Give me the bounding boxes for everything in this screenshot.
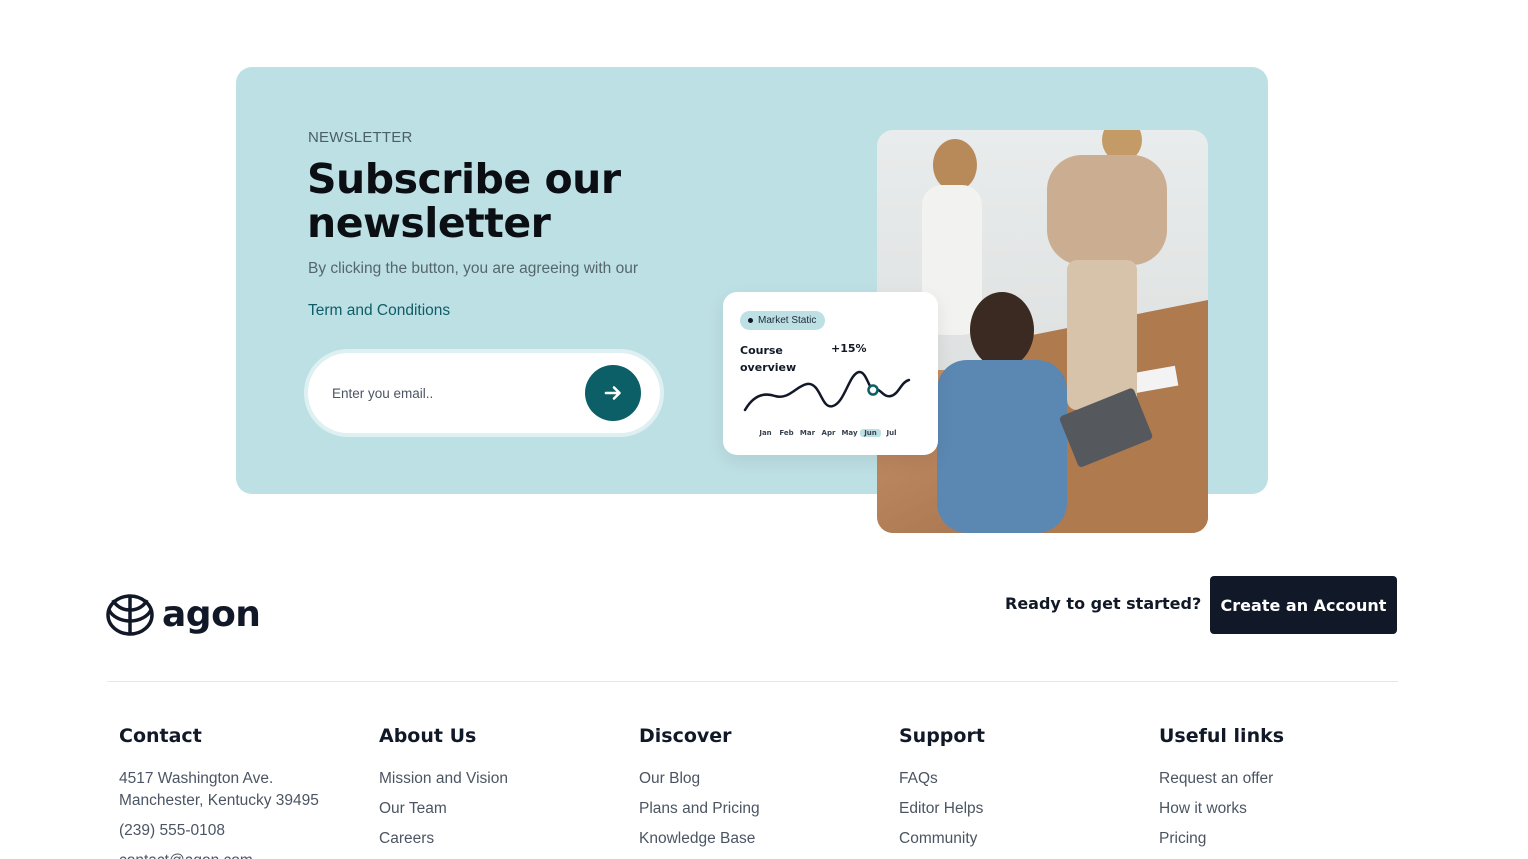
month-label: Mar xyxy=(799,429,816,437)
footer-link[interactable]: Pricing xyxy=(1159,828,1409,850)
column-title: Discover xyxy=(639,725,732,747)
month-label: Feb xyxy=(779,429,794,437)
footer-link[interactable]: How it works xyxy=(1159,798,1409,820)
column-title: About Us xyxy=(379,725,477,747)
footer-link[interactable]: Knowledge Base xyxy=(639,828,889,850)
column-title: Contact xyxy=(119,725,202,747)
brand-logo[interactable]: agon xyxy=(106,593,261,637)
newsletter-eyebrow: NEWSLETTER xyxy=(308,129,413,146)
column-title: Support xyxy=(899,725,985,747)
market-static-badge: Market Static xyxy=(740,311,826,330)
footer-link[interactable]: Our Blog xyxy=(639,768,889,790)
footer-column-about: About Us Mission and Vision Our Team Car… xyxy=(379,724,629,858)
footer-link[interactable]: Community xyxy=(899,828,1149,850)
newsletter-title: Subscribe our newsletter xyxy=(307,155,621,247)
contact-email[interactable]: contact@agon.com xyxy=(119,850,349,859)
leaf-globe-icon xyxy=(106,594,154,636)
footer-column-contact: Contact 4517 Washington Ave. Manchester,… xyxy=(119,724,369,859)
course-stat-card: Market Static Course overview +15% Jan F… xyxy=(723,292,938,455)
footer-column-discover: Discover Our Blog Plans and Pricing Know… xyxy=(639,724,889,858)
cta-prompt: Ready to get started? xyxy=(1005,594,1202,613)
footer-column-support: Support FAQs Editor Helps Community xyxy=(899,724,1149,858)
column-title: Useful links xyxy=(1159,725,1285,747)
terms-link[interactable]: Term and Conditions xyxy=(308,302,450,320)
footer-link[interactable]: Editor Helps xyxy=(899,798,1149,820)
arrow-right-icon xyxy=(604,386,621,400)
month-label: May xyxy=(841,429,858,437)
month-label-active: Jun xyxy=(860,429,881,437)
course-line-chart xyxy=(743,370,911,412)
contact-phone: (239) 555-0108 xyxy=(119,822,225,839)
footer-divider xyxy=(107,681,1398,682)
brand-name: agon xyxy=(162,594,261,635)
footer-link[interactable]: Request an offer xyxy=(1159,768,1409,790)
footer-link[interactable]: Our Team xyxy=(379,798,629,820)
subscribe-button[interactable] xyxy=(585,365,641,421)
month-label: Jan xyxy=(759,429,772,437)
contact-address: 4517 Washington Ave. Manchester, Kentuck… xyxy=(119,770,319,809)
month-label: Apr xyxy=(821,429,836,437)
footer-link[interactable]: FAQs xyxy=(899,768,1149,790)
email-form xyxy=(308,353,660,433)
footer-link[interactable]: Mission and Vision xyxy=(379,768,629,790)
stat-month-labels: Jan Feb Mar Apr May Jun Jul xyxy=(755,429,902,437)
footer-link[interactable]: Plans and Pricing xyxy=(639,798,889,820)
stat-change: +15% xyxy=(831,342,867,355)
newsletter-description: By clicking the button, you are agreeing… xyxy=(308,260,638,277)
footer-column-useful-links: Useful links Request an offer How it wor… xyxy=(1159,724,1409,858)
month-label: Jul xyxy=(886,429,897,437)
footer-link[interactable]: Careers xyxy=(379,828,629,850)
create-account-button[interactable]: Create an Account xyxy=(1210,576,1397,634)
email-input[interactable] xyxy=(332,380,572,406)
